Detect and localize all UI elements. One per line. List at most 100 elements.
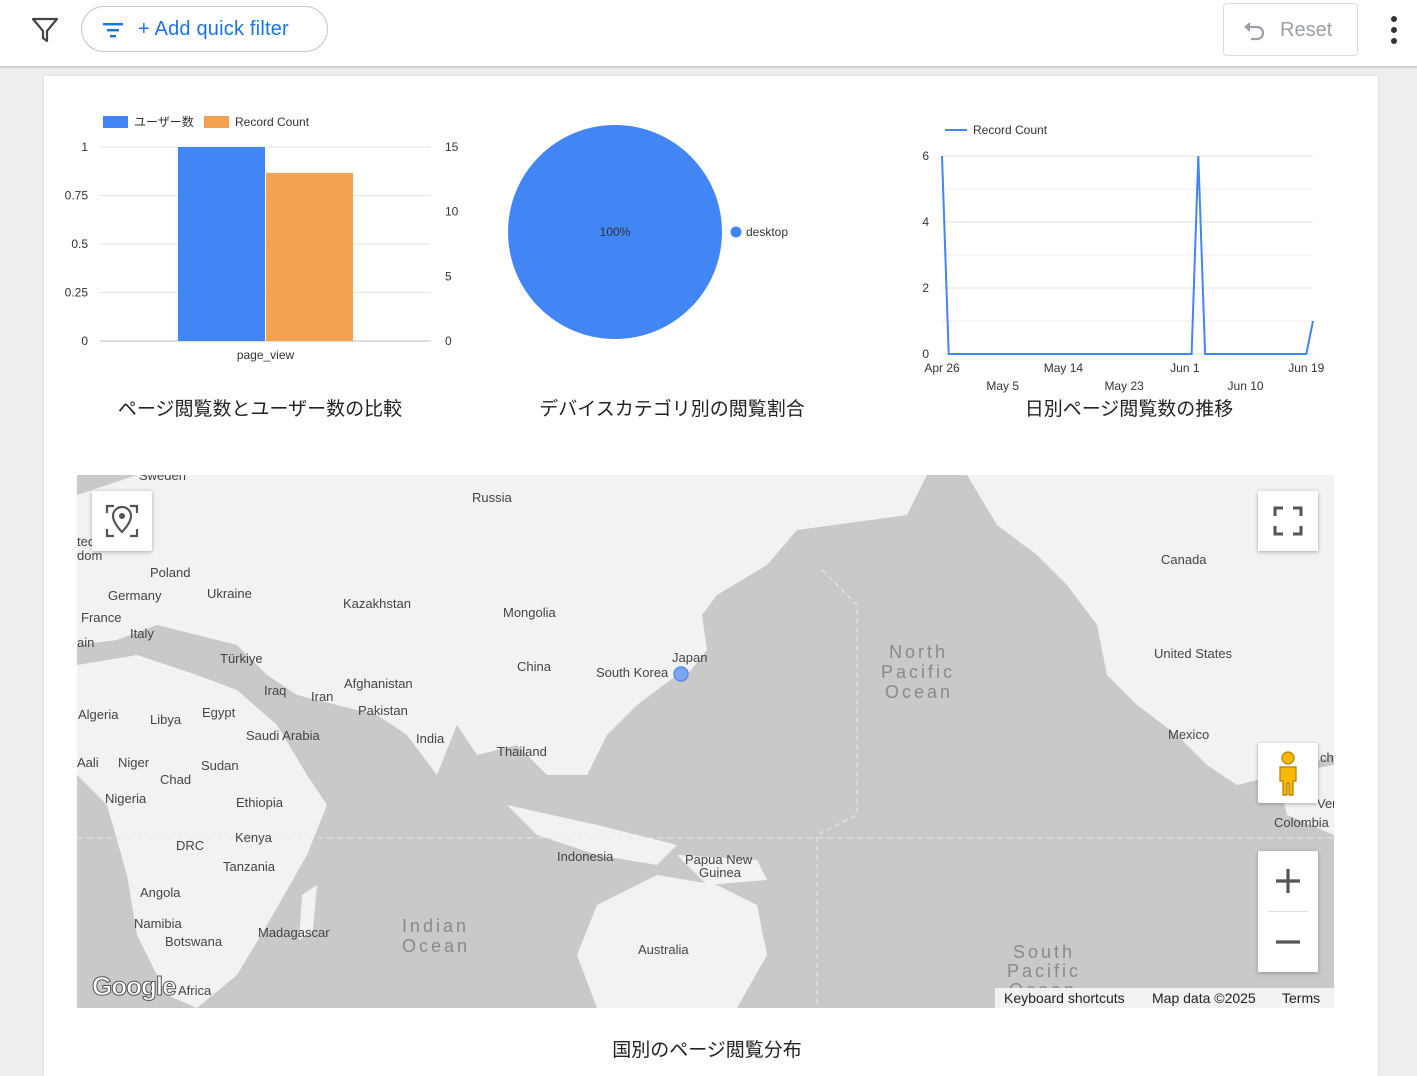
map-label: India <box>416 731 445 746</box>
map-label: Algeria <box>78 707 119 722</box>
map-label: Ocean <box>402 936 470 956</box>
map-label: Russia <box>472 490 513 505</box>
legend-label: Record Count <box>973 123 1048 137</box>
map-label: Sweden <box>139 475 186 483</box>
map-label: South Korea <box>596 665 669 680</box>
map-label: Poland <box>150 565 190 580</box>
map-label: Namibia <box>134 916 182 931</box>
map-label: Sudan <box>201 758 239 773</box>
pegman-icon[interactable] <box>1258 743 1318 803</box>
google-logo: Google <box>92 971 178 1002</box>
map-label: Afghanistan <box>344 676 413 691</box>
more-vert-icon[interactable] <box>1380 14 1408 46</box>
legend-swatch <box>103 116 128 128</box>
map-label: ain <box>77 635 94 650</box>
map-label: Italy <box>130 626 154 641</box>
map-label: Tanzania <box>223 859 276 874</box>
map-label: Indian <box>402 916 469 936</box>
x-tick: Jun 19 <box>1288 361 1324 375</box>
map-label: Madagascar <box>258 925 330 940</box>
legend-swatch <box>730 226 742 238</box>
bar <box>178 147 265 341</box>
map-label: Africa <box>178 983 212 998</box>
y-tick-right: 15 <box>445 140 459 154</box>
keyboard-shortcuts-link[interactable]: Keyboard shortcuts <box>995 988 1143 1008</box>
bar <box>266 172 353 341</box>
map-label: Botswana <box>165 934 223 949</box>
legend-label: desktop <box>746 225 788 239</box>
y-tick-left: 0 <box>81 334 88 348</box>
fullscreen-icon[interactable] <box>1258 491 1318 551</box>
map-label: Egypt <box>202 705 236 720</box>
undo-icon <box>1242 21 1266 41</box>
reset-label: Reset <box>1280 19 1333 41</box>
y-tick: 0 <box>922 347 929 361</box>
map-label: Iran <box>311 689 333 704</box>
terms-link[interactable]: Terms <box>1273 988 1334 1008</box>
filter-funnel-icon[interactable] <box>30 15 60 45</box>
chart-title-bar: ページ閲覧数とユーザー数の比較 <box>117 398 403 420</box>
chart-title-map: 国別のページ閲覧分布 <box>612 1039 802 1061</box>
map-data-attribution: Map data ©2025 <box>1143 988 1273 1008</box>
zoom-in-icon[interactable] <box>1258 851 1318 911</box>
map-label: Mongolia <box>503 605 557 620</box>
y-tick-right: 5 <box>445 269 452 283</box>
map-label: Ocean <box>885 682 953 702</box>
map-label: Iraq <box>264 683 286 698</box>
map-label: Mexico <box>1168 727 1209 742</box>
map-label: Ethiopia <box>236 795 284 810</box>
x-tick: Apr 26 <box>924 361 960 375</box>
map-label: chi <box>1320 750 1334 765</box>
bar-chart[interactable]: 00.250.50.751051015page_viewユーザー数 Record … <box>50 105 470 375</box>
filter-list-icon <box>102 21 124 39</box>
map-label: Saudi Arabia <box>246 728 320 743</box>
y-tick: 2 <box>922 281 929 295</box>
x-tick: Jun 10 <box>1228 379 1264 393</box>
map-label: Germany <box>108 588 162 603</box>
map-label: Kenya <box>235 830 273 845</box>
y-tick: 4 <box>922 215 929 229</box>
map-label: Angola <box>140 885 181 900</box>
map-label: Pacific <box>1007 961 1081 981</box>
y-tick-left: 0.5 <box>71 237 88 251</box>
add-quick-filter-button[interactable]: + Add quick filter <box>81 6 328 52</box>
add-quick-filter-label: + Add quick filter <box>138 18 289 40</box>
map-label: Niger <box>118 755 150 770</box>
map-label: Thailand <box>497 744 547 759</box>
x-tick-label: page_view <box>237 348 295 362</box>
map-label: United States <box>1154 646 1233 661</box>
chart-title-line: 日別ページ閲覧数の推移 <box>1024 398 1234 420</box>
map-label: North <box>889 642 948 662</box>
map-label: Nigeria <box>105 791 147 806</box>
y-tick-right: 10 <box>445 205 459 219</box>
legend-label: ユーザー数 <box>134 114 194 129</box>
toolbar: + Add quick filter Reset <box>0 0 1417 67</box>
map-label: Ven <box>1317 796 1334 811</box>
location-pin-icon[interactable] <box>92 491 152 551</box>
y-tick-left: 0.75 <box>65 189 89 203</box>
legend-label: Record Count <box>235 115 310 129</box>
geo-map[interactable]: Russia Kazakhstan Mongolia China South K… <box>77 475 1334 1008</box>
y-tick-right: 0 <box>445 334 452 348</box>
chart-title-pie: デバイスカテゴリ別の閲覧割合 <box>539 398 805 420</box>
map-layer: Russia Kazakhstan Mongolia China South K… <box>77 475 1334 1008</box>
line-chart[interactable]: 0 2 4 6 Apr 26 May 5 May 14 May 23 Jun 1 Jun 10 Ju… <box>900 115 1340 400</box>
zoom-out-icon[interactable] <box>1258 912 1318 972</box>
legend-swatch <box>204 116 229 128</box>
map-label: France <box>81 610 121 625</box>
map-label: Indonesia <box>557 849 614 864</box>
x-tick: May 5 <box>986 379 1019 393</box>
map-label: Japan <box>672 650 707 665</box>
x-tick: May 23 <box>1104 379 1144 393</box>
pie-chart[interactable]: 100% desktop <box>500 115 810 350</box>
map-label: Aali <box>77 755 99 770</box>
map-label: Libya <box>150 712 182 727</box>
map-label: DRC <box>176 838 204 853</box>
map-label: South <box>1013 942 1075 962</box>
map-label: Colombia <box>1274 815 1330 830</box>
map-label: Ukraine <box>207 586 252 601</box>
map-label: Chad <box>160 772 191 787</box>
reset-button[interactable]: Reset <box>1223 3 1358 56</box>
japan-marker[interactable] <box>673 666 689 682</box>
y-tick: 6 <box>922 149 929 163</box>
